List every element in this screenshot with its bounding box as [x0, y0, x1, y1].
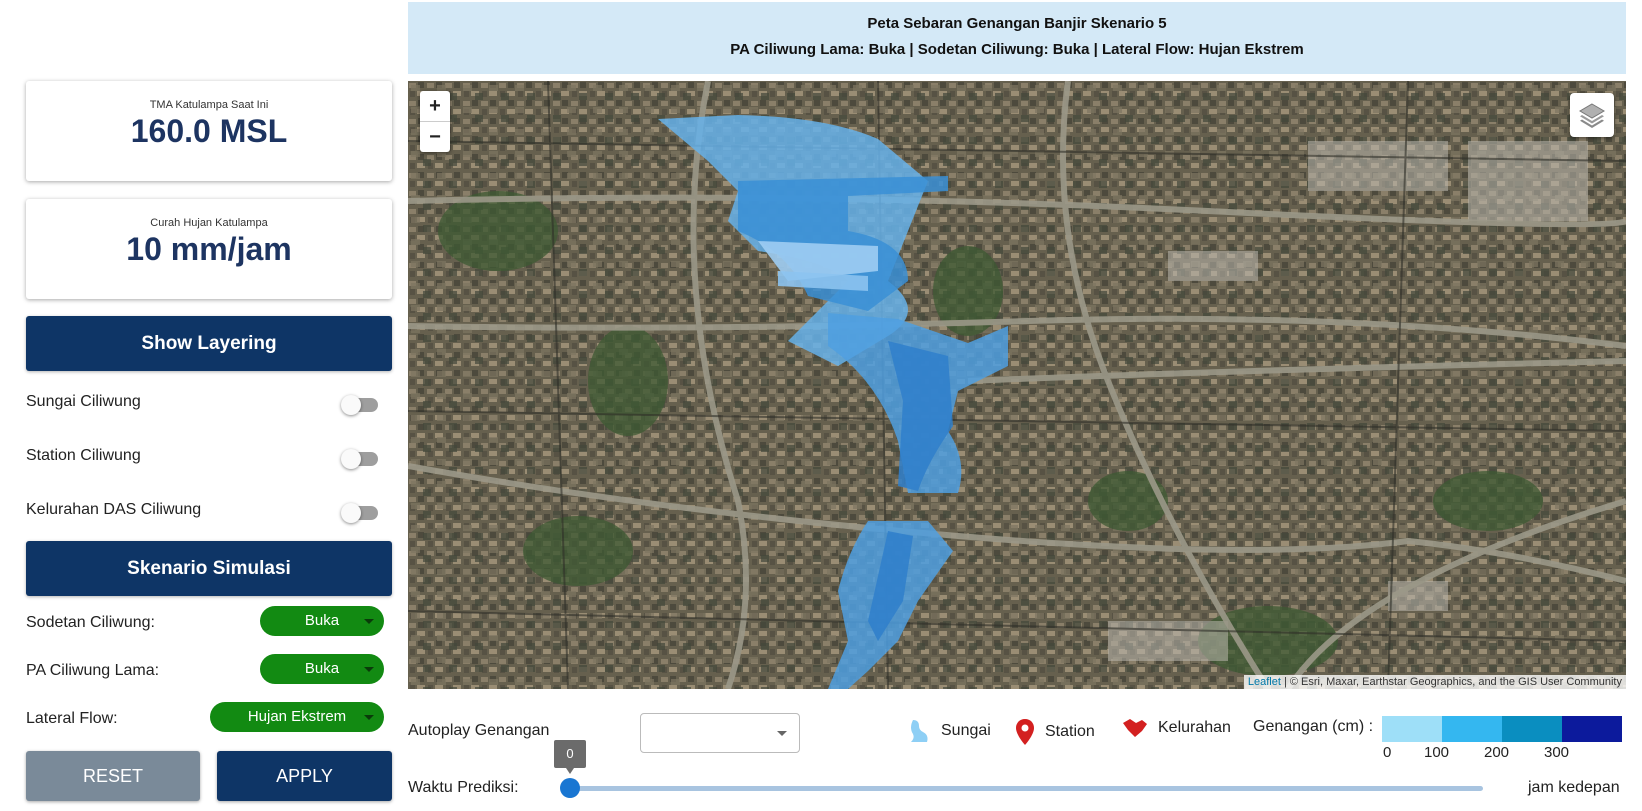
show-layering-button[interactable]: Show Layering	[26, 316, 392, 371]
skenario-simulasi-button[interactable]: Skenario Simulasi	[26, 541, 392, 596]
zoom-in-button[interactable]: +	[420, 91, 450, 122]
layers-button[interactable]	[1570, 93, 1614, 137]
scale-swatch-3	[1562, 716, 1622, 742]
legend-station-label: Station	[1045, 723, 1095, 740]
kelurahan-toggle[interactable]	[341, 503, 378, 523]
zoom-out-button[interactable]: −	[420, 122, 450, 152]
map-subtitle: PA Ciliwung Lama: Buka | Sodetan Ciliwun…	[730, 41, 1304, 58]
location-pin-icon	[1016, 719, 1034, 745]
waktu-prediksi-label: Waktu Prediksi:	[408, 779, 519, 796]
rainfall-value: 10 mm/jam	[126, 231, 292, 267]
toggle-row-sungai: Sungai Ciliwung	[26, 389, 392, 419]
chevron-down-icon	[364, 667, 374, 672]
toggle-knob	[341, 449, 361, 469]
toggle-label-station: Station Ciliwung	[26, 447, 141, 464]
toggle-row-station: Station Ciliwung	[26, 443, 392, 473]
toggle-label-kelurahan: Kelurahan DAS Ciliwung	[26, 501, 202, 518]
slider-value-tooltip: 0	[554, 740, 586, 774]
lateral-flow-row: Lateral Flow: Hujan Ekstrem	[26, 702, 392, 734]
lateral-flow-select[interactable]: Hujan Ekstrem	[210, 702, 384, 732]
scale-tick-300: 300	[1544, 744, 1570, 761]
autoplay-label: Autoplay Genangan	[408, 722, 550, 739]
pa-ciliwung-select[interactable]: Buka	[260, 654, 384, 684]
genangan-label: Genangan (cm) :	[1253, 718, 1374, 735]
legend-kelurahan: Kelurahan	[1122, 718, 1231, 738]
layers-icon	[1579, 103, 1605, 128]
chevron-down-icon	[364, 619, 374, 624]
jam-kedepan-label: jam kedepan	[1528, 779, 1620, 796]
kelurahan-polygon-icon	[1123, 719, 1147, 737]
map-header: Peta Sebaran Genangan Banjir Skenario 5 …	[408, 2, 1626, 74]
time-slider-handle[interactable]	[560, 778, 580, 798]
legend-sungai-label: Sungai	[941, 722, 991, 739]
toggle-row-kelurahan: Kelurahan DAS Ciliwung	[26, 497, 392, 527]
map-attribution: Leaflet | © Esri, Maxar, Earthstar Geogr…	[1243, 675, 1626, 689]
toggle-knob	[341, 503, 361, 523]
rainfall-label: Curah Hujan Katulampa	[150, 217, 268, 229]
scale-swatch-1	[1442, 716, 1502, 742]
sodetan-label: Sodetan Ciliwung:	[26, 614, 155, 631]
station-toggle[interactable]	[341, 449, 378, 469]
flood-map[interactable]: + − Leaflet | © Esri, Maxar, Earthstar G…	[408, 81, 1626, 689]
pa-ciliwung-label: PA Ciliwung Lama:	[26, 662, 160, 679]
pa-ciliwung-row: PA Ciliwung Lama: Buka	[26, 654, 392, 686]
chevron-down-icon	[364, 715, 374, 720]
sungai-toggle[interactable]	[341, 395, 378, 415]
zoom-control: + −	[420, 91, 450, 152]
scale-tick-100: 100	[1424, 744, 1450, 761]
legend-kelurahan-label: Kelurahan	[1158, 719, 1231, 736]
sodetan-value: Buka	[304, 612, 340, 629]
toggle-label-sungai: Sungai Ciliwung	[26, 393, 141, 410]
toggle-knob	[341, 395, 361, 415]
pa-ciliwung-value: Buka	[304, 660, 340, 677]
legend-sungai: Sungai	[905, 718, 991, 744]
rainfall-card: Curah Hujan Katulampa 10 mm/jam	[26, 199, 392, 299]
river-icon	[911, 720, 928, 742]
scale-tick-200: 200	[1484, 744, 1510, 761]
tma-card: TMA Katulampa Saat Ini 160.0 MSL	[26, 81, 392, 181]
tma-value: 160.0 MSL	[130, 113, 288, 149]
leaflet-link[interactable]: Leaflet	[1248, 676, 1281, 688]
autoplay-select[interactable]	[640, 713, 800, 753]
apply-button[interactable]: APPLY	[217, 751, 392, 801]
satellite-basemap	[408, 81, 1626, 689]
lateral-flow-value: Hujan Ekstrem	[247, 708, 347, 725]
time-slider-track[interactable]	[567, 786, 1483, 791]
legend-station: Station	[1015, 718, 1095, 746]
tma-label: TMA Katulampa Saat Ini	[149, 99, 269, 111]
scale-tick-0: 0	[1383, 744, 1392, 761]
map-title: Peta Sebaran Genangan Banjir Skenario 5	[867, 15, 1167, 32]
sodetan-select[interactable]: Buka	[260, 606, 384, 636]
chevron-down-icon	[777, 731, 787, 736]
scale-swatch-2	[1502, 716, 1562, 742]
sodetan-row: Sodetan Ciliwung: Buka	[26, 606, 392, 638]
attribution-text: | © Esri, Maxar, Earthstar Geographics, …	[1280, 676, 1622, 688]
reset-button[interactable]: RESET	[26, 751, 200, 801]
scale-swatch-0	[1382, 716, 1442, 742]
lateral-flow-label: Lateral Flow:	[26, 710, 118, 727]
